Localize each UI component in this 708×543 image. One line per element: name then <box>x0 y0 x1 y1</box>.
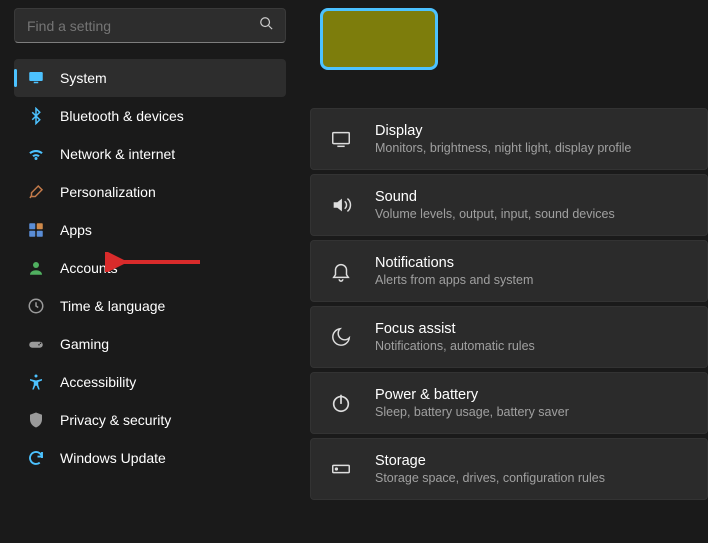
accessibility-icon <box>27 373 45 391</box>
sidebar-item-time-language[interactable]: Time & language <box>14 287 286 325</box>
search-box[interactable] <box>14 8 286 43</box>
card-title: Notifications <box>375 255 533 271</box>
desktop-preview[interactable] <box>320 8 438 70</box>
card-title: Display <box>375 123 631 139</box>
shield-icon <box>27 411 45 429</box>
sidebar-item-label: Privacy & security <box>60 412 171 428</box>
sidebar-item-label: Accounts <box>60 260 118 276</box>
settings-card-display[interactable]: Display Monitors, brightness, night light… <box>310 108 708 170</box>
sidebar-item-label: Bluetooth & devices <box>60 108 184 124</box>
update-icon <box>27 449 45 467</box>
main-panel: Display Monitors, brightness, night light… <box>300 0 708 543</box>
sidebar-item-label: Apps <box>60 222 92 238</box>
sidebar-item-gaming[interactable]: Gaming <box>14 325 286 363</box>
sidebar-item-network-internet[interactable]: Network & internet <box>14 135 286 173</box>
search-icon <box>259 16 273 35</box>
sidebar-item-label: Accessibility <box>60 374 136 390</box>
sound-icon <box>329 194 353 216</box>
sidebar-item-windows-update[interactable]: Windows Update <box>14 439 286 477</box>
card-subtitle: Notifications, automatic rules <box>375 339 535 353</box>
monitor-icon <box>27 69 45 87</box>
bell-icon <box>329 260 353 282</box>
settings-card-power-battery[interactable]: Power & battery Sleep, battery usage, bat… <box>310 372 708 434</box>
card-title: Power & battery <box>375 387 569 403</box>
sidebar-item-label: Personalization <box>60 184 156 200</box>
card-subtitle: Sleep, battery usage, battery saver <box>375 405 569 419</box>
sidebar-item-label: Network & internet <box>60 146 175 162</box>
person-icon <box>27 259 45 277</box>
sidebar-item-label: Gaming <box>60 336 109 352</box>
storage-icon <box>329 458 353 480</box>
card-title: Storage <box>375 453 605 469</box>
settings-card-notifications[interactable]: Notifications Alerts from apps and system <box>310 240 708 302</box>
settings-card-sound[interactable]: Sound Volume levels, output, input, sound… <box>310 174 708 236</box>
sidebar-item-system[interactable]: System <box>14 59 286 97</box>
sidebar-item-label: Windows Update <box>60 450 166 466</box>
search-input[interactable] <box>27 18 259 34</box>
bluetooth-icon <box>27 107 45 125</box>
gamepad-icon <box>27 335 45 353</box>
moon-icon <box>329 326 353 348</box>
settings-card-focus-assist[interactable]: Focus assist Notifications, automatic rul… <box>310 306 708 368</box>
clock-globe-icon <box>27 297 45 315</box>
sidebar-item-label: Time & language <box>60 298 165 314</box>
sidebar-item-accessibility[interactable]: Accessibility <box>14 363 286 401</box>
settings-card-storage[interactable]: Storage Storage space, drives, configurat… <box>310 438 708 500</box>
wifi-icon <box>27 145 45 163</box>
card-title: Sound <box>375 189 615 205</box>
power-icon <box>329 392 353 414</box>
card-subtitle: Volume levels, output, input, sound devi… <box>375 207 615 221</box>
card-subtitle: Alerts from apps and system <box>375 273 533 287</box>
paintbrush-icon <box>27 183 45 201</box>
apps-icon <box>27 221 45 239</box>
display-icon <box>329 128 353 150</box>
card-subtitle: Storage space, drives, configuration rul… <box>375 471 605 485</box>
sidebar-item-apps[interactable]: Apps <box>14 211 286 249</box>
sidebar-item-bluetooth-devices[interactable]: Bluetooth & devices <box>14 97 286 135</box>
sidebar-item-accounts[interactable]: Accounts <box>14 249 286 287</box>
sidebar-item-label: System <box>60 70 107 86</box>
sidebar-item-privacy-security[interactable]: Privacy & security <box>14 401 286 439</box>
card-title: Focus assist <box>375 321 535 337</box>
sidebar-item-personalization[interactable]: Personalization <box>14 173 286 211</box>
sidebar: System Bluetooth & devices Network & inter… <box>0 0 300 543</box>
card-subtitle: Monitors, brightness, night light, displ… <box>375 141 631 155</box>
